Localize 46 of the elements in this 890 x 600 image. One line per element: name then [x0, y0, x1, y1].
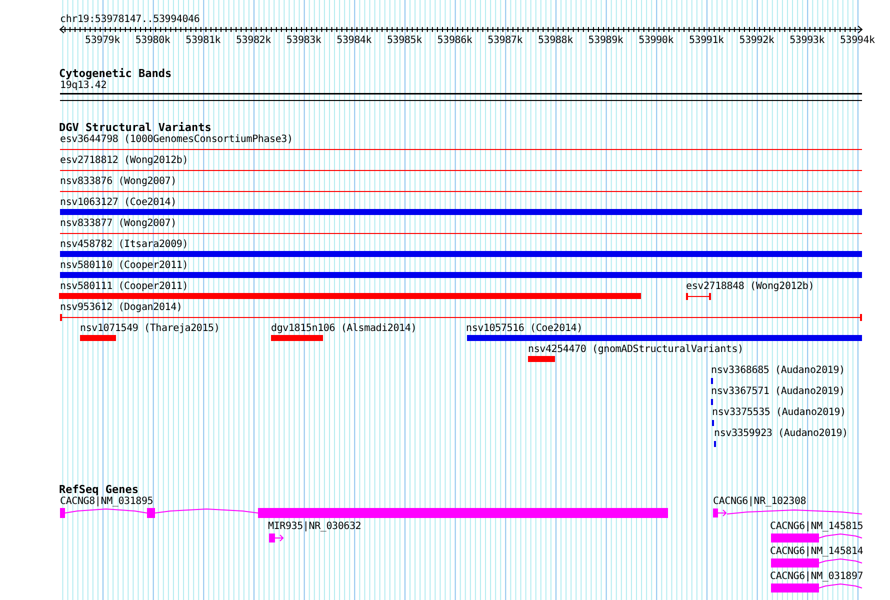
- tick-label: 53987k: [488, 36, 523, 46]
- variant-label: nsv3367571 (Audano2019): [711, 387, 845, 397]
- variant-label: nsv1057516 (Coe2014): [466, 324, 582, 334]
- variant-label: nsv3368685 (Audano2019): [711, 366, 845, 376]
- tick-label: 53990k: [638, 36, 674, 46]
- tick-label: 53979k: [85, 36, 120, 46]
- variant-label: nsv580110 (Cooper2011): [60, 261, 188, 271]
- variant-label: esv2718812 (Wong2012b): [60, 156, 188, 166]
- variant-label: nsv1071549 (Thareja2015): [80, 324, 220, 334]
- tick-label: 53988k: [538, 36, 573, 46]
- tick-label: 53994k: [840, 36, 875, 46]
- gene-label: MIR935|NR_030632: [268, 522, 362, 532]
- variant-label: nsv458782 (Itsara2009): [60, 240, 188, 250]
- variant-label: nsv833876 (Wong2007): [60, 177, 176, 187]
- gene-label: CACNG6|NM_031897: [770, 572, 864, 582]
- variant-label: nsv3359923 (Audano2019): [714, 429, 848, 439]
- variant-label: esv2718848 (Wong2012b): [686, 282, 814, 292]
- variant-label: nsv580111 (Cooper2011): [60, 282, 188, 292]
- variant-label: nsv3375535 (Audano2019): [712, 408, 846, 418]
- gene-label: CACNG6|NM_145815: [770, 522, 864, 532]
- location-label: chr19:53978147..53994046: [60, 15, 200, 25]
- tick-label: 53984k: [336, 36, 372, 46]
- track-title: Cytogenetic Bands: [59, 68, 172, 79]
- variant-label: nsv833877 (Wong2007): [60, 219, 176, 229]
- variant-label: dgv1815n106 (Alsmadi2014): [271, 324, 417, 334]
- tick-label: 53992k: [739, 36, 774, 46]
- gene-model: [269, 534, 284, 542]
- tick-label: 53993k: [790, 36, 825, 46]
- tick-label: 53986k: [437, 36, 472, 46]
- track-title: DGV Structural Variants: [59, 122, 212, 133]
- variant-label: nsv1063127 (Coe2014): [60, 198, 176, 208]
- tick-label: 53991k: [688, 36, 724, 46]
- variant-label: nsv4254470 (gnomADStructuralVariants): [528, 345, 744, 355]
- track-title: RefSeq Genes: [59, 484, 138, 495]
- tick-label: 53981k: [186, 36, 221, 46]
- gene-label: CACNG6|NM_145814: [770, 547, 864, 557]
- tick-label: 53980k: [135, 36, 170, 46]
- gene-label: CACNG8|NM_031895: [60, 497, 154, 507]
- tick-label: 53989k: [588, 36, 624, 46]
- band-label: 19q13.42: [60, 81, 107, 91]
- variant-label: esv3644798 (1000GenomesConsortiumPhase3): [60, 135, 293, 145]
- tick-label: 53985k: [386, 36, 422, 46]
- variant-label: nsv953612 (Dogan2014): [60, 303, 182, 313]
- gene-label: CACNG6|NR_102308: [713, 497, 806, 507]
- tick-label: 53983k: [286, 36, 322, 46]
- tick-label: 53982k: [236, 36, 271, 46]
